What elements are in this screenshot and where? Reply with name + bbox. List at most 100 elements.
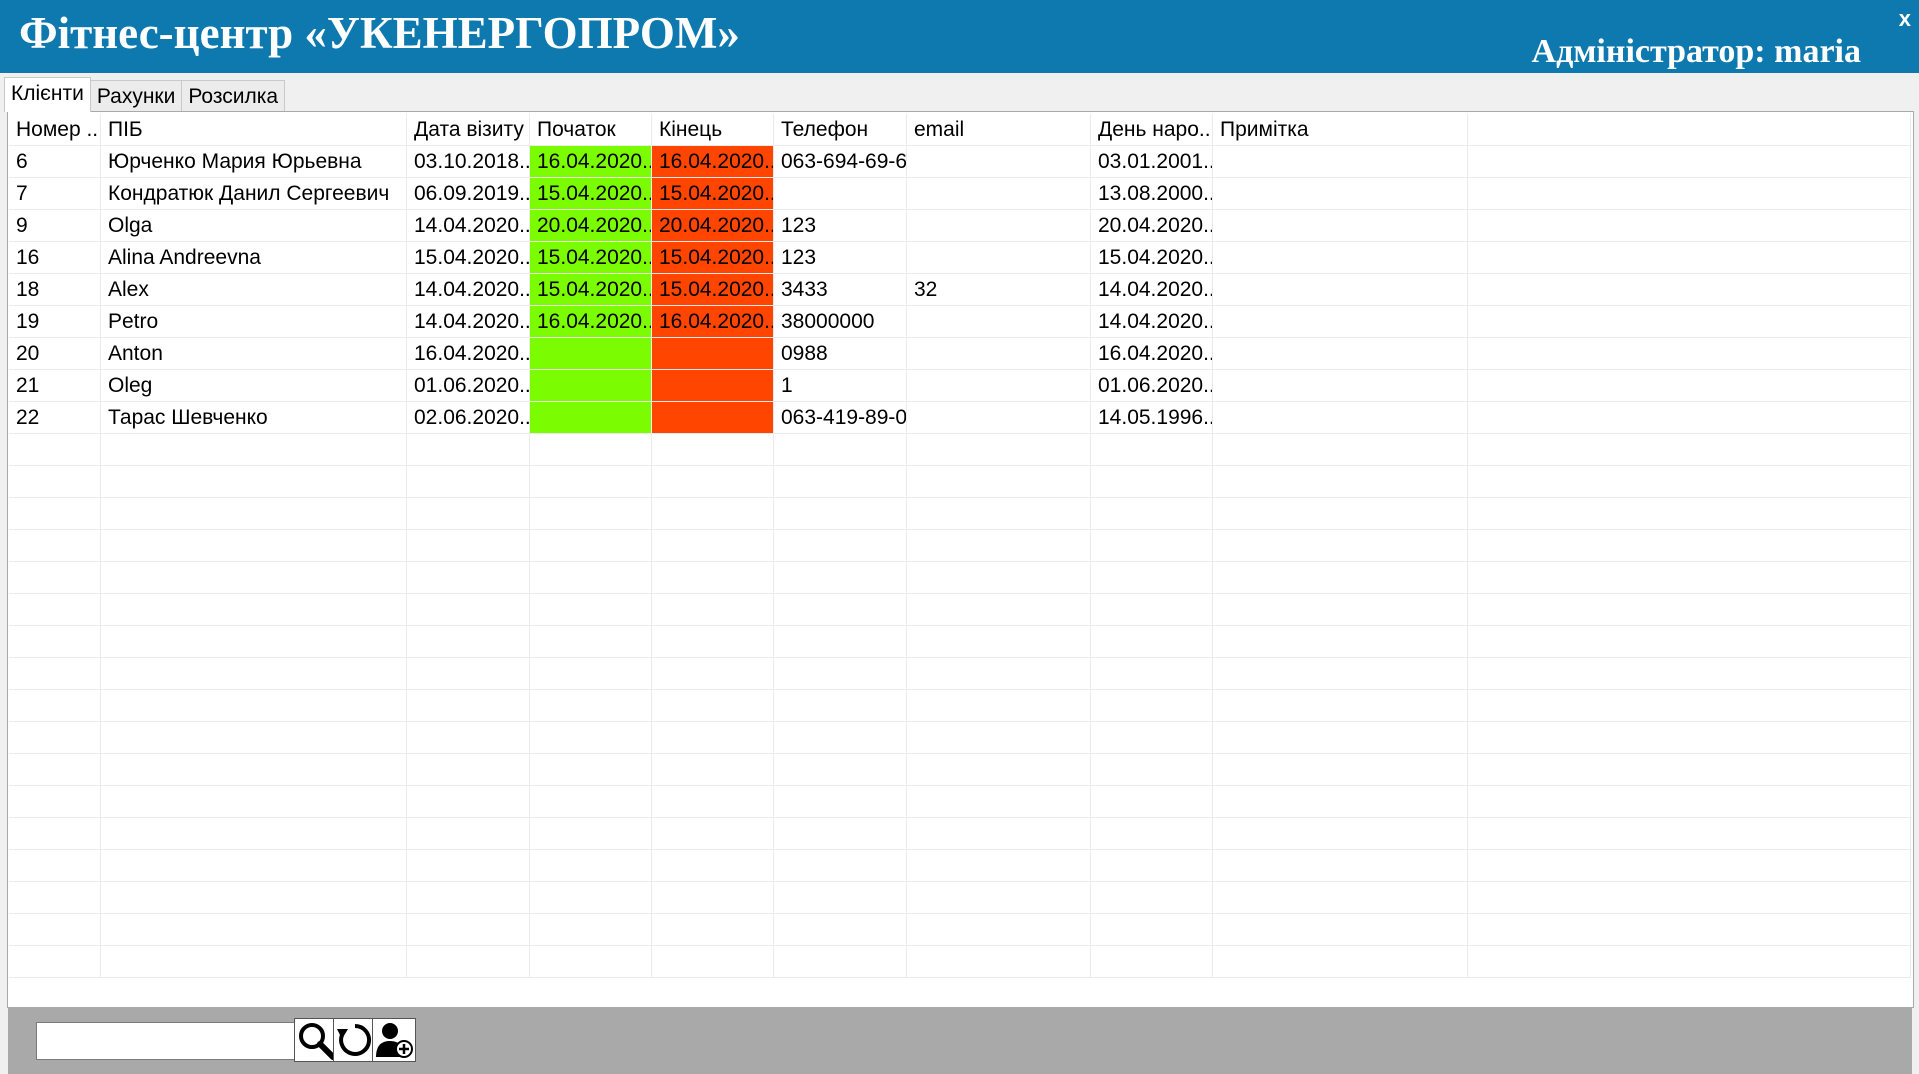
table-cell <box>907 338 1091 370</box>
table-cell <box>907 594 1091 626</box>
column-header[interactable]: День наро... <box>1091 114 1213 146</box>
column-header[interactable]: Кінець <box>652 114 774 146</box>
table-cell <box>652 850 774 882</box>
table-cell <box>1213 338 1468 370</box>
table-cell: Кондратюк Данил Сергеевич <box>101 178 407 210</box>
table-cell <box>407 754 530 786</box>
table-row[interactable]: 22 Тарас Шевченко 02.06.2020... 063-419-89-… <box>9 402 1911 434</box>
table-row[interactable]: 16 Alina Andreevna 15.04.2020... 15.04.2020… <box>9 242 1911 274</box>
table-cell: 20.04.2020... <box>530 210 652 242</box>
table-cell <box>652 594 774 626</box>
table-cell: 063-694-69-69 <box>774 146 907 178</box>
table-cell <box>652 402 774 434</box>
table-cell: Oleg <box>101 370 407 402</box>
table-cell <box>1468 850 1911 882</box>
table-cell <box>652 786 774 818</box>
table-cell: Petro <box>101 306 407 338</box>
add-user-icon <box>373 1019 415 1061</box>
close-button[interactable]: x <box>1899 6 1911 32</box>
tab-invoices[interactable]: Рахунки <box>89 80 183 112</box>
table-cell: 20 <box>9 338 101 370</box>
column-header[interactable]: Дата візиту <box>407 114 530 146</box>
tab-clients[interactable]: Клієнти <box>4 77 91 112</box>
column-header[interactable] <box>1468 114 1911 146</box>
table-cell <box>1091 658 1213 690</box>
column-header[interactable]: ПІБ <box>101 114 407 146</box>
table-cell: 3433 <box>774 274 907 306</box>
column-header[interactable]: Телефон <box>774 114 907 146</box>
empty-row <box>9 626 1911 658</box>
add-client-button[interactable] <box>372 1018 416 1062</box>
empty-row <box>9 498 1911 530</box>
table-cell <box>774 594 907 626</box>
table-cell <box>530 946 652 978</box>
table-row[interactable]: 18 Alex 14.04.2020... 15.04.2020... 15.04.20… <box>9 274 1911 306</box>
table-cell <box>1213 722 1468 754</box>
table-cell <box>1213 626 1468 658</box>
table-cell <box>652 562 774 594</box>
table-cell <box>652 530 774 562</box>
table-cell <box>9 530 101 562</box>
table-cell <box>1213 946 1468 978</box>
search-input[interactable] <box>36 1022 330 1060</box>
table-cell <box>101 658 407 690</box>
table-cell <box>1468 242 1911 274</box>
table-cell <box>652 370 774 402</box>
table-cell <box>530 850 652 882</box>
table-cell <box>530 370 652 402</box>
table-row[interactable]: 21 Oleg 01.06.2020... 1 01.06.2020... <box>9 370 1911 402</box>
table-cell: 16.04.2020... <box>1091 338 1213 370</box>
table-row[interactable]: 6 Юрченко Мария Юрьевна 03.10.2018... 16.04… <box>9 146 1911 178</box>
column-header[interactable]: Номер ... <box>9 114 101 146</box>
column-header[interactable]: Примітка <box>1213 114 1468 146</box>
table-cell: Anton <box>101 338 407 370</box>
table-cell: 14.04.2020... <box>1091 274 1213 306</box>
table-row[interactable]: 7 Кондратюк Данил Сергеевич 06.09.2019... 1… <box>9 178 1911 210</box>
empty-row <box>9 754 1911 786</box>
tab-mailing[interactable]: Розсилка <box>181 80 286 112</box>
table-cell <box>407 786 530 818</box>
table-cell: 22 <box>9 402 101 434</box>
table-cell <box>1213 530 1468 562</box>
table-cell <box>407 594 530 626</box>
table-cell: 0988 <box>774 338 907 370</box>
column-header[interactable]: Початок <box>530 114 652 146</box>
table-cell: 01.06.2020... <box>1091 370 1213 402</box>
table-cell: 1 <box>774 370 907 402</box>
table-cell <box>774 178 907 210</box>
table-cell <box>530 786 652 818</box>
table-cell <box>1213 434 1468 466</box>
table-cell <box>1091 498 1213 530</box>
table-cell <box>1468 178 1911 210</box>
table-cell <box>9 626 101 658</box>
table-cell <box>407 530 530 562</box>
table-cell <box>907 242 1091 274</box>
clients-panel: Номер ... ПІБ Дата візиту Початок Кінець Теле… <box>7 111 1914 1008</box>
table-cell <box>101 850 407 882</box>
table-cell <box>530 562 652 594</box>
table-cell <box>407 498 530 530</box>
table-row[interactable]: 9 Olga 14.04.2020... 20.04.2020... 20.04.202… <box>9 210 1911 242</box>
table-cell <box>652 498 774 530</box>
table-cell <box>774 530 907 562</box>
table-cell <box>652 754 774 786</box>
table-cell <box>101 946 407 978</box>
search-button[interactable] <box>294 1018 338 1062</box>
table-cell: 16.04.2020... <box>652 306 774 338</box>
table-cell <box>907 690 1091 722</box>
column-header[interactable]: email <box>907 114 1091 146</box>
clients-grid[interactable]: Номер ... ПІБ Дата візиту Початок Кінець Теле… <box>9 114 1911 1007</box>
table-row[interactable]: 20 Anton 16.04.2020... 0988 16.04.2020... <box>9 338 1911 370</box>
refresh-button[interactable] <box>333 1018 377 1062</box>
table-cell <box>1468 914 1911 946</box>
table-cell <box>907 370 1091 402</box>
table-cell <box>9 850 101 882</box>
table-row[interactable]: 19 Petro 14.04.2020... 16.04.2020... 16.04.2… <box>9 306 1911 338</box>
table-cell <box>101 722 407 754</box>
empty-row <box>9 786 1911 818</box>
table-cell <box>1213 562 1468 594</box>
table-cell <box>1468 434 1911 466</box>
table-cell: 15.04.2020... <box>407 242 530 274</box>
table-cell <box>1468 370 1911 402</box>
table-cell <box>774 434 907 466</box>
